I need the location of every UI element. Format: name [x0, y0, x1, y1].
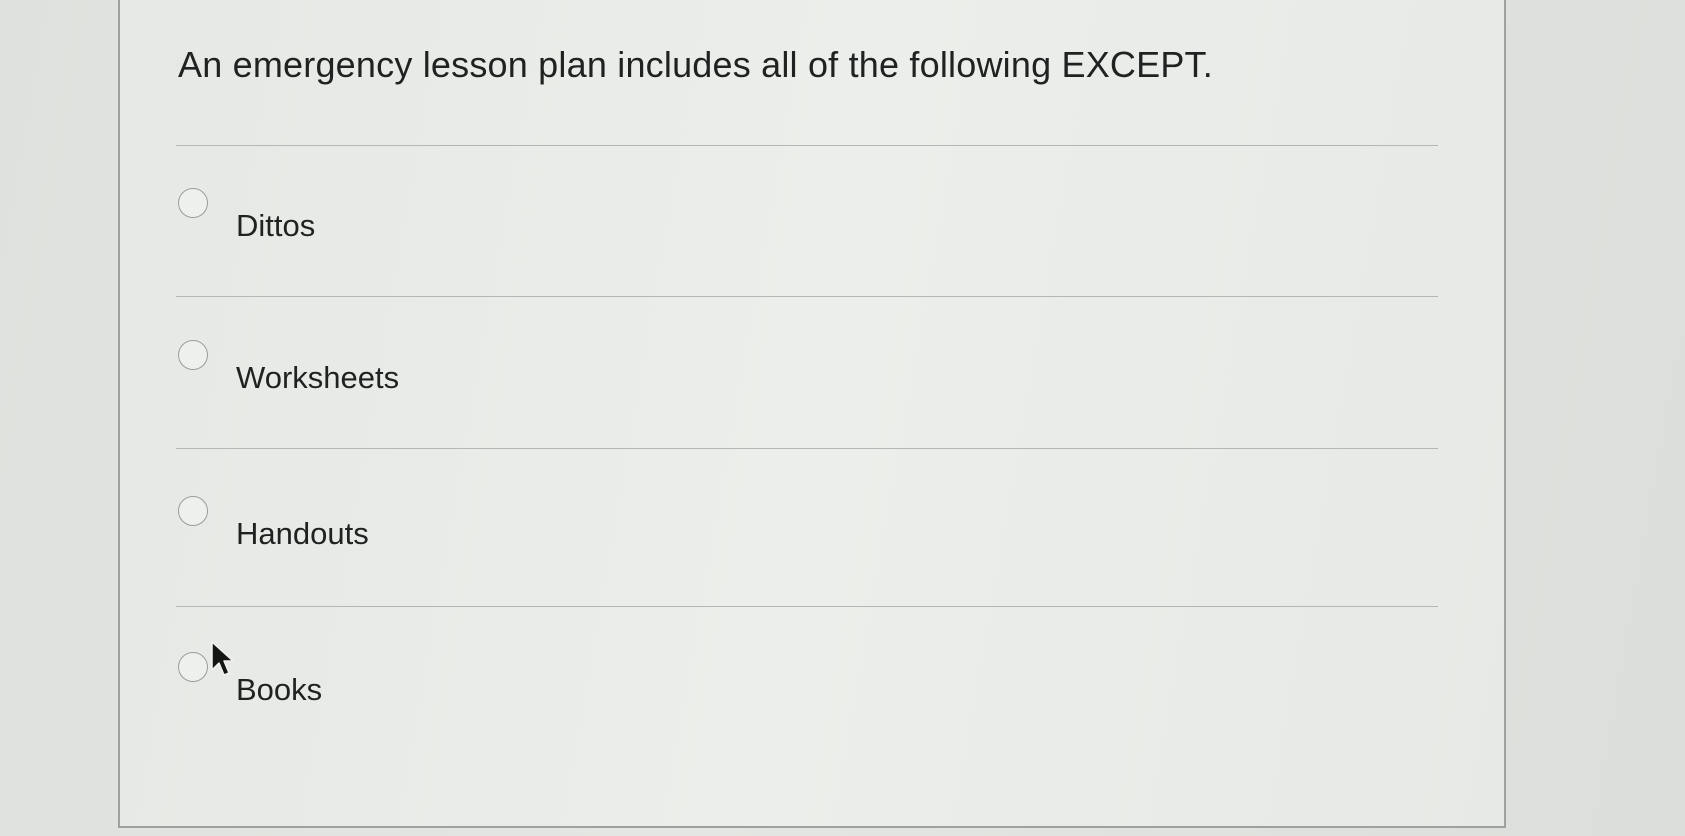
- divider: [176, 145, 1438, 146]
- mouse-pointer-icon: [211, 641, 234, 676]
- option-label: Dittos: [236, 208, 316, 243]
- radio-button-icon[interactable]: [178, 340, 208, 370]
- option-label: Worksheets: [236, 360, 400, 395]
- divider: [176, 448, 1438, 449]
- option-label: Handouts: [236, 516, 369, 551]
- question-text: An emergency lesson plan includes all of…: [178, 44, 1213, 85]
- question-card: An emergency lesson plan includes all of…: [118, 0, 1506, 828]
- option-worksheets[interactable]: Worksheets: [178, 340, 1378, 420]
- option-label: Books: [236, 672, 323, 707]
- option-dittos[interactable]: Dittos: [178, 188, 1378, 268]
- radio-button-icon[interactable]: [178, 496, 208, 526]
- divider: [176, 606, 1438, 607]
- radio-button-icon[interactable]: [178, 652, 208, 682]
- radio-button-icon[interactable]: [178, 188, 208, 218]
- divider: [176, 296, 1438, 297]
- option-handouts[interactable]: Handouts: [178, 496, 1378, 576]
- option-books[interactable]: Books: [178, 652, 1378, 732]
